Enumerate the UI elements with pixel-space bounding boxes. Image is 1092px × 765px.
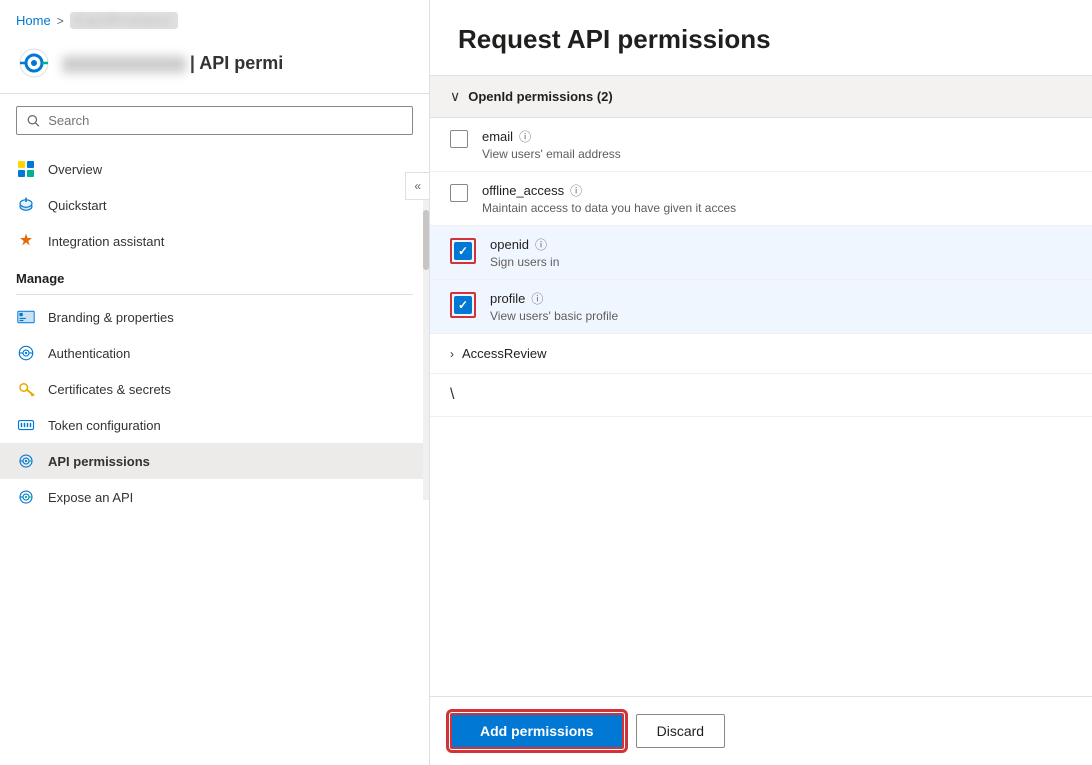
add-permissions-button[interactable]: Add permissions (450, 713, 624, 749)
panel-title: Request API permissions (430, 0, 1092, 76)
manage-divider (16, 294, 413, 295)
more-section-chevron-icon: \ (450, 386, 454, 404)
sidebar-item-label: Branding & properties (48, 310, 174, 325)
sidebar-item-expose-api[interactable]: Expose an API (0, 479, 429, 515)
openid-perm-desc: Sign users in (490, 255, 1072, 269)
left-panel: Home > CallProtect CallProtect | API per… (0, 0, 430, 765)
sidebar-item-label: Integration assistant (48, 234, 164, 249)
nav-items: Overview Quickstart Integration assistan… (0, 147, 429, 765)
quickstart-icon (16, 195, 36, 215)
permission-row-email: email ⓘ View users' email address (430, 118, 1092, 172)
sidebar-item-integration[interactable]: Integration assistant (0, 223, 429, 259)
profile-checkbox-wrap[interactable] (450, 292, 476, 318)
email-checkbox[interactable] (450, 130, 468, 148)
profile-info-icon[interactable]: ⓘ (531, 290, 543, 307)
sidebar-item-label: API permissions (48, 454, 150, 469)
offline-access-perm-info: offline_access ⓘ Maintain access to data… (482, 182, 1072, 215)
email-perm-info: email ⓘ View users' email address (482, 128, 1072, 161)
access-review-item[interactable]: › AccessReview (430, 334, 1092, 374)
profile-checkbox[interactable] (454, 296, 472, 314)
search-icon (27, 114, 40, 128)
app-icon (16, 45, 52, 81)
sidebar-item-api-permissions[interactable]: API permissions (0, 443, 429, 479)
sidebar-item-quickstart[interactable]: Quickstart (0, 187, 429, 223)
sidebar-item-token[interactable]: Token configuration (0, 407, 429, 443)
sidebar-item-overview[interactable]: Overview (0, 151, 429, 187)
sidebar-item-label: Certificates & secrets (48, 382, 171, 397)
app-title: CallProtect | API permi (62, 53, 283, 74)
branding-icon (16, 307, 36, 327)
sidebar-item-authentication[interactable]: Authentication (0, 335, 429, 371)
permission-row-openid: openid ⓘ Sign users in (430, 226, 1092, 280)
offline-access-checkbox-wrap[interactable] (450, 184, 468, 202)
breadcrumb: Home > CallProtect (0, 0, 429, 37)
search-input[interactable] (48, 113, 402, 128)
breadcrumb-current: CallProtect (70, 12, 179, 29)
breadcrumb-separator: > (57, 14, 64, 28)
email-perm-name: email ⓘ (482, 128, 1072, 145)
email-perm-desc: View users' email address (482, 147, 1072, 161)
profile-red-border (450, 292, 476, 318)
sidebar-item-certificates[interactable]: Certificates & secrets (0, 371, 429, 407)
email-info-icon[interactable]: ⓘ (519, 128, 531, 145)
api-permissions-icon (16, 451, 36, 471)
openid-perm-name: openid ⓘ (490, 236, 1072, 253)
email-checkbox-wrap[interactable] (450, 130, 468, 148)
app-header: CallProtect | API permi (0, 37, 429, 94)
sidebar-item-branding[interactable]: Branding & properties (0, 299, 429, 335)
profile-perm-info: profile ⓘ View users' basic profile (490, 290, 1072, 323)
permission-row-profile: profile ⓘ View users' basic profile (430, 280, 1092, 334)
offline-access-checkbox[interactable] (450, 184, 468, 202)
offline-access-perm-desc: Maintain access to data you have given i… (482, 201, 1072, 215)
profile-perm-name: profile ⓘ (490, 290, 1072, 307)
openid-checkbox-wrap[interactable] (450, 238, 476, 264)
openid-perm-info: openid ⓘ Sign users in (490, 236, 1072, 269)
openid-red-border (450, 238, 476, 264)
permissions-content: ∨ OpenId permissions (2) email ⓘ View us… (430, 76, 1092, 696)
profile-perm-desc: View users' basic profile (490, 309, 1072, 323)
expose-api-icon (16, 487, 36, 507)
breadcrumb-home[interactable]: Home (16, 13, 51, 28)
access-review-chevron-icon: › (450, 347, 454, 361)
discard-button[interactable]: Discard (636, 714, 725, 748)
sidebar-item-label: Overview (48, 162, 102, 177)
openid-section-header[interactable]: ∨ OpenId permissions (2) (430, 76, 1092, 118)
openid-checkbox[interactable] (454, 242, 472, 260)
overview-icon (16, 159, 36, 179)
collapse-button[interactable]: « (405, 172, 430, 200)
openid-info-icon[interactable]: ⓘ (535, 236, 547, 253)
search-bar[interactable] (16, 106, 413, 135)
offline-access-info-icon[interactable]: ⓘ (570, 182, 582, 199)
sidebar-item-label: Authentication (48, 346, 130, 361)
permission-row-offline-access: offline_access ⓘ Maintain access to data… (430, 172, 1092, 226)
scrollbar-track (423, 200, 429, 500)
right-panel: Request API permissions ∨ OpenId permiss… (430, 0, 1092, 765)
openid-chevron-icon: ∨ (450, 88, 460, 105)
scrollbar-thumb[interactable] (423, 210, 429, 270)
key-icon (16, 379, 36, 399)
manage-section-label: Manage (0, 259, 429, 290)
sidebar-item-label: Quickstart (48, 198, 107, 213)
footer-buttons: Add permissions Discard (430, 696, 1092, 765)
sidebar-item-label: Expose an API (48, 490, 133, 505)
offline-access-perm-name: offline_access ⓘ (482, 182, 1072, 199)
integration-icon (16, 231, 36, 251)
openid-section-title: OpenId permissions (2) (468, 89, 612, 104)
more-section-item[interactable]: \ (430, 374, 1092, 417)
sidebar-item-label: Token configuration (48, 418, 161, 433)
auth-icon (16, 343, 36, 363)
token-icon (16, 415, 36, 435)
access-review-label: AccessReview (462, 346, 547, 361)
